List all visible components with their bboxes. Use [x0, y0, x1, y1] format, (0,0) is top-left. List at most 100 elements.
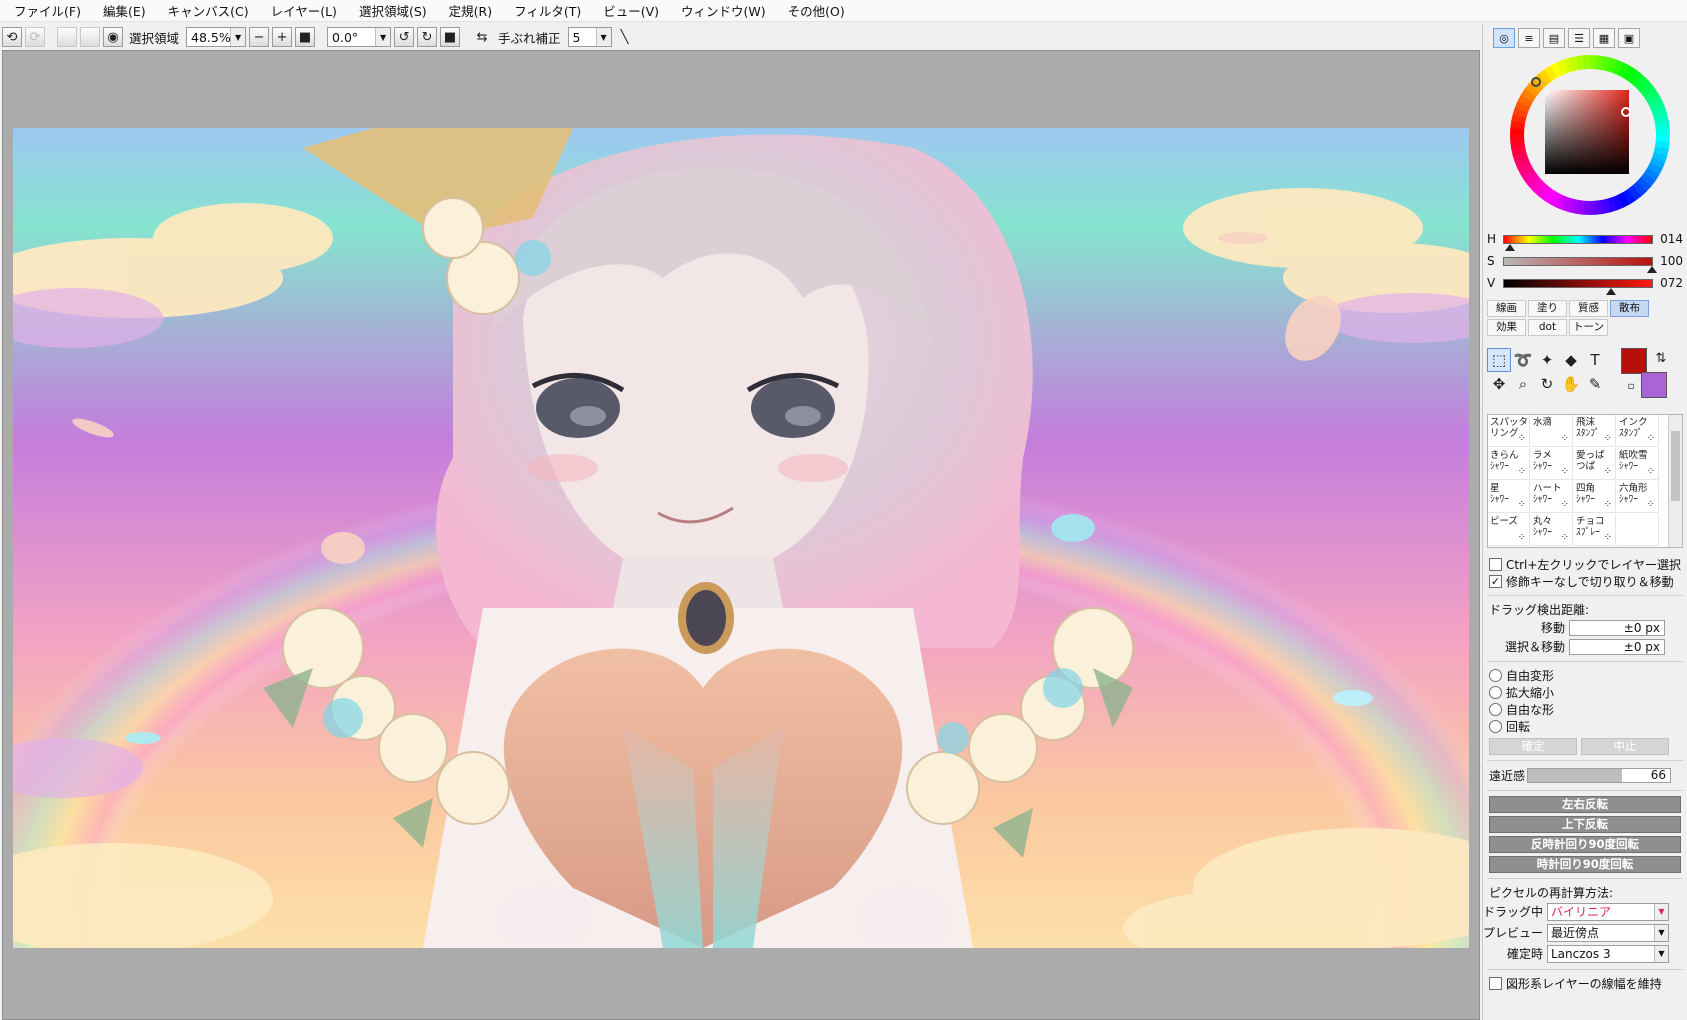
secondary-color-swatch[interactable] — [1641, 372, 1667, 398]
free-shape-option[interactable]: 自由な形 — [1483, 701, 1687, 718]
tab-lineart[interactable]: 線画 — [1487, 300, 1526, 317]
redo-icon[interactable]: ⟳ — [25, 27, 45, 47]
brush-cell[interactable]: 六角形 ｼｬﾜｰ ⁘ — [1617, 481, 1659, 513]
val-knob[interactable] — [1605, 287, 1616, 295]
brush-scrollbar[interactable] — [1668, 415, 1682, 547]
artwork-image[interactable] — [13, 128, 1469, 948]
brush-cell[interactable]: 水滴 ⁘ — [1531, 415, 1573, 447]
brush-cell[interactable]: ビーズ ⁘ — [1488, 514, 1530, 546]
rotate-right-icon[interactable]: ↻ — [417, 27, 438, 47]
rect-select-icon[interactable]: ⬚ — [1487, 348, 1511, 372]
tab-tone[interactable]: トーン — [1569, 319, 1608, 336]
brush-cell[interactable]: ラメ ｼｬﾜｰ ⁘ — [1531, 448, 1573, 480]
swatch-tab-icon[interactable]: ▦ — [1593, 28, 1615, 48]
keep-stroke-option[interactable]: 図形系レイヤーの線幅を維持 — [1483, 975, 1687, 992]
brush-cell[interactable]: インク ｽﾀﾝﾌﾟ ⁘ — [1617, 415, 1659, 447]
zoom-icon[interactable]: ⌕ — [1511, 372, 1535, 396]
line-icon[interactable]: ╲ — [615, 27, 635, 47]
hsv-slider-tab-icon[interactable]: ▤ — [1543, 28, 1565, 48]
brush-cell[interactable]: 四角 ｼｬﾜｰ ⁘ — [1574, 481, 1616, 513]
brush-cell[interactable] — [1617, 514, 1659, 546]
checkbox-checked[interactable]: ✓ — [1489, 575, 1502, 588]
flip-horizontal-button[interactable]: 左右反転 — [1489, 796, 1681, 813]
menu-edit[interactable]: 編集(E) — [95, 1, 160, 20]
move-field[interactable]: ±0 px — [1569, 619, 1665, 636]
reset-colors-icon[interactable]: ▫ — [1619, 374, 1643, 398]
rotate-reset-icon[interactable]: ■ — [440, 27, 461, 47]
eyedropper-icon[interactable]: ✎ — [1583, 372, 1607, 396]
menu-canvas[interactable]: キャンバス(C) — [160, 1, 263, 20]
lasso-icon[interactable]: ➰ — [1511, 348, 1535, 372]
brush-cell[interactable]: 飛沫 ｽﾀﾝﾌﾟ ⁘ — [1574, 415, 1616, 447]
text-icon[interactable]: T — [1583, 348, 1607, 372]
tab-paint[interactable]: 塗り — [1528, 300, 1567, 317]
flip-view-icon[interactable]: ⇆ — [472, 27, 492, 47]
brush-cell[interactable]: 星ｼｬﾜｰ ⁘ — [1488, 481, 1530, 513]
zoom-reset-icon[interactable]: ■ — [295, 27, 316, 47]
zoom-in-icon[interactable]: + — [272, 27, 293, 47]
hue-knob[interactable] — [1504, 243, 1515, 251]
drag-resample-select[interactable]: バイリニア ▼ — [1547, 902, 1669, 921]
zoom-out-icon[interactable]: − — [249, 27, 270, 47]
sat-slider[interactable] — [1503, 256, 1657, 273]
brush-cell[interactable]: 紙吹雪 ｼｬﾜｰ ⁘ — [1617, 448, 1659, 480]
swap-colors-icon[interactable]: ⇅ — [1649, 346, 1673, 370]
final-resample-select[interactable]: Lanczos 3 ▼ — [1547, 944, 1669, 963]
flip-vertical-button[interactable]: 上下反転 — [1489, 816, 1681, 833]
brush-cell[interactable]: 愛っぱ つぱ ⁘ — [1574, 448, 1616, 480]
rotate-option[interactable]: 回転 — [1483, 718, 1687, 735]
free-transform-option[interactable]: 自由変形 — [1483, 667, 1687, 684]
color-wheel[interactable] — [1505, 50, 1675, 220]
rotate-icon[interactable]: ↻ — [1535, 372, 1559, 396]
preview-resample-select[interactable]: 最近傍点 ▼ — [1547, 923, 1669, 942]
brush-cell[interactable]: ハート ｼｬﾜｰ ⁘ — [1531, 481, 1573, 513]
menu-window[interactable]: ウィンドウ(W) — [673, 1, 780, 20]
menu-filter[interactable]: フィルタ(T) — [506, 1, 595, 20]
checkbox[interactable] — [1489, 977, 1502, 990]
canvas-area[interactable] — [2, 50, 1480, 1020]
tab-scatter[interactable]: 散布 — [1610, 300, 1649, 317]
confirm-button[interactable]: 確定 — [1489, 738, 1577, 755]
hue-slider[interactable] — [1503, 234, 1653, 251]
palette-tab-icon[interactable]: ☰ — [1568, 28, 1590, 48]
rotate-left-icon[interactable]: ↺ — [394, 27, 415, 47]
brush-cell[interactable]: 丸々 ｼｬﾜｰ ⁘ — [1531, 514, 1573, 546]
menu-file[interactable]: ファイル(F) — [6, 1, 95, 20]
eye-icon[interactable]: ◉ — [103, 27, 123, 47]
no-modifier-option[interactable]: ✓ 修飾キーなしで切り取り＆移動 — [1483, 573, 1687, 590]
clear-icon[interactable] — [80, 27, 100, 47]
menu-selection[interactable]: 選択領域(S) — [351, 1, 441, 20]
shape-icon[interactable]: ◆ — [1559, 348, 1583, 372]
primary-color-swatch[interactable] — [1621, 348, 1647, 374]
ctrl-click-option[interactable]: Ctrl+左クリックでレイヤー選択 — [1483, 556, 1687, 573]
color-wheel-tab-icon[interactable]: ◎ — [1493, 28, 1515, 48]
rgb-slider-tab-icon[interactable]: ≡ — [1518, 28, 1540, 48]
select-move-field[interactable]: ±0 px — [1569, 638, 1665, 655]
rotation-combo[interactable]: 0.0° ▼ — [327, 27, 392, 47]
deselect-icon[interactable] — [57, 27, 77, 47]
zoom-combo[interactable]: 48.5% ▼ — [186, 27, 247, 47]
sat-value[interactable]: 100 — [1655, 254, 1683, 268]
menu-view[interactable]: ビュー(V) — [595, 1, 673, 20]
scale-option[interactable]: 拡大縮小 — [1483, 684, 1687, 701]
tab-dot[interactable]: dot — [1528, 319, 1567, 336]
brush-cell[interactable]: きらん ｼｬﾜｰ ⁘ — [1488, 448, 1530, 480]
rotate-cw-button[interactable]: 時計回り90度回転 — [1489, 856, 1681, 873]
tab-effect[interactable]: 効果 — [1487, 319, 1526, 336]
val-slider[interactable] — [1503, 278, 1653, 295]
tab-texture[interactable]: 質感 — [1569, 300, 1608, 317]
perspective-slider[interactable]: 66 — [1527, 768, 1671, 783]
cancel-button[interactable]: 中止 — [1581, 738, 1669, 755]
menu-other[interactable]: その他(O) — [780, 1, 859, 20]
undo-icon[interactable]: ⟲ — [2, 27, 22, 47]
magic-wand-icon[interactable]: ✦ — [1535, 348, 1559, 372]
rotate-ccw-button[interactable]: 反時計回り90度回転 — [1489, 836, 1681, 853]
brush-cell[interactable]: チョコ ｽﾌﾟﾚｰ ⁘ — [1574, 514, 1616, 546]
hue-value[interactable]: 014 — [1655, 232, 1683, 246]
val-value[interactable]: 072 — [1655, 276, 1683, 290]
hand-icon[interactable]: ✋ — [1559, 372, 1583, 396]
brush-cell[interactable]: スパッタ リング ⁘ — [1488, 415, 1530, 447]
menu-layer[interactable]: レイヤー(L) — [263, 1, 351, 20]
sat-knob[interactable] — [1647, 265, 1657, 273]
checkbox[interactable] — [1489, 558, 1502, 571]
